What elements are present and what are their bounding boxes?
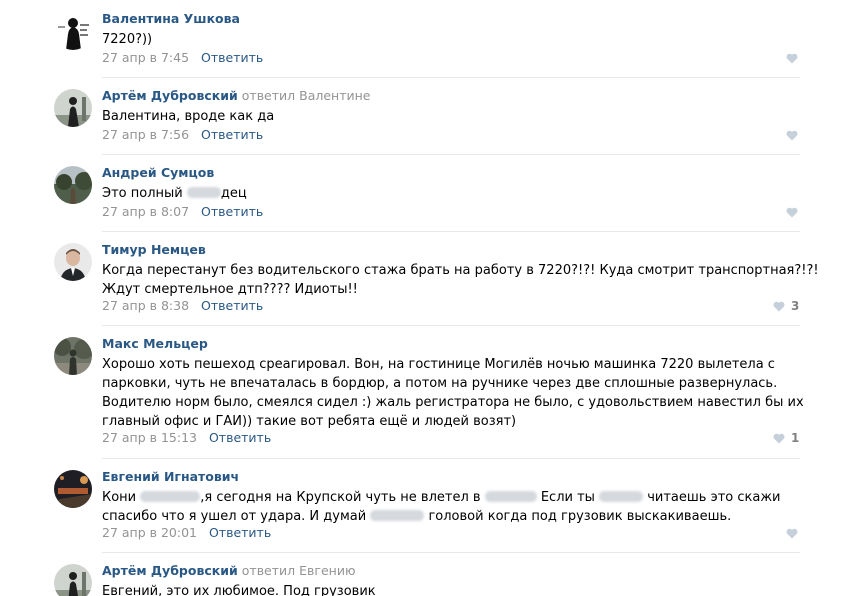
avatar[interactable] — [54, 564, 92, 596]
heart-icon — [773, 433, 785, 443]
like-button[interactable] — [786, 50, 798, 66]
like-button[interactable] — [786, 127, 798, 143]
divider — [102, 552, 800, 553]
comment-text: 7220?)) — [102, 30, 802, 49]
comment-meta: 27 апр в 20:01 Ответить — [102, 525, 271, 541]
comment-date[interactable]: 27 апр в 8:38 — [102, 298, 189, 313]
comment-meta: 27 апр в 8:07 Ответить — [102, 204, 263, 220]
divider — [102, 231, 800, 232]
like-count: 3 — [791, 299, 800, 313]
comment-item: Валентина Ушкова 7220?)) 27 апр в 7:45 О… — [0, 0, 860, 77]
blurred-word — [140, 491, 201, 502]
comment-line: парковки, чуть не впечаталась в бордюр, … — [102, 376, 778, 391]
comment-text: Когда перестанут без водительского стажа… — [102, 261, 819, 299]
avatar[interactable] — [54, 89, 92, 127]
comment-item: Артём Дубровский ответил Евгению Евгений… — [0, 552, 860, 596]
blurred-word — [599, 491, 644, 502]
comment-date[interactable]: 27 апр в 7:56 — [102, 127, 189, 142]
replied-to[interactable]: ответил Валентине — [242, 88, 371, 103]
like-button[interactable]: 3 — [773, 298, 799, 314]
divider — [102, 77, 800, 78]
like-button[interactable]: 1 — [773, 430, 799, 446]
reply-link[interactable]: Ответить — [209, 525, 271, 540]
comment-date[interactable]: 27 апр в 7:45 — [102, 50, 189, 65]
comment-line: главный офис и ГАИ)) такие вот ребята ещ… — [102, 414, 517, 429]
comment-text: Кони ,я сегодня на Крупской чуть не влет… — [102, 488, 802, 526]
comment-text: Хорошо хоть пешеход среагировал. Вон, на… — [102, 355, 804, 431]
comment-date[interactable]: 27 апр в 8:07 — [102, 204, 189, 219]
divider — [102, 325, 800, 326]
comment-item: Макс Мельцер Хорошо хоть пешеход среагир… — [0, 325, 860, 458]
avatar[interactable] — [54, 470, 92, 508]
comment-date[interactable]: 27 апр в 20:01 — [102, 525, 197, 540]
blurred-word — [186, 187, 221, 198]
comment-text: Евгений, это их любимое. Под грузовик — [102, 582, 802, 596]
comment-item: Артём Дубровский ответил Валентине Вален… — [0, 77, 860, 154]
blurred-word — [484, 491, 537, 502]
comment-line: Хорошо хоть пешеход среагировал. Вон, на… — [102, 357, 775, 372]
comment-item: Тимур Немцев Когда перестанут без водите… — [0, 231, 860, 325]
heart-icon — [786, 528, 798, 538]
comment-line: спасибо что я ушел от удара. И думай гол… — [102, 509, 732, 524]
avatar[interactable] — [54, 166, 92, 204]
like-button[interactable] — [786, 525, 798, 541]
comment-item: Андрей Сумцов Это полный дец 27 апр в 8:… — [0, 154, 860, 231]
comment-line: Валентина, вроде как да — [102, 109, 275, 124]
heart-icon — [773, 301, 785, 311]
author-name[interactable]: Артём Дубровский — [102, 563, 238, 578]
reply-link[interactable]: Ответить — [201, 298, 263, 313]
comment-line: Кони ,я сегодня на Крупской чуть не влет… — [102, 490, 781, 505]
comment-text: Валентина, вроде как да — [102, 107, 802, 126]
comment-line: Водителю норм было, смеялся сидел :) жал… — [102, 395, 804, 410]
heart-icon — [786, 53, 798, 63]
divider — [102, 458, 800, 459]
comment-date[interactable]: 27 апр в 15:13 — [102, 430, 197, 445]
divider — [102, 154, 800, 155]
comment-line: 7220?)) — [102, 32, 153, 47]
comment-meta: 27 апр в 7:45 Ответить — [102, 50, 263, 66]
replied-to[interactable]: ответил Евгению — [242, 563, 356, 578]
avatar[interactable] — [54, 337, 92, 375]
heart-icon — [786, 207, 798, 217]
comment-item: Евгений Игнатович Кони ,я сегодня на Кру… — [0, 458, 860, 552]
reply-link[interactable]: Ответить — [209, 430, 271, 445]
heart-icon — [786, 130, 798, 140]
blurred-word — [370, 510, 425, 521]
avatar[interactable] — [54, 243, 92, 281]
avatar[interactable] — [54, 12, 92, 50]
author-name[interactable]: Андрей Сумцов — [102, 165, 214, 180]
reply-link[interactable]: Ответить — [201, 50, 263, 65]
comment-text: Это полный дец — [102, 184, 802, 203]
comment-line: Это полный дец — [102, 186, 247, 201]
reply-link[interactable]: Ответить — [201, 127, 263, 142]
comment-meta: 27 апр в 8:38 Ответить — [102, 298, 263, 314]
comment-line: Ждут смертельное дтп???? Идиоты!! — [102, 282, 358, 297]
author-name[interactable]: Валентина Ушкова — [102, 11, 240, 26]
author-name[interactable]: Евгений Игнатович — [102, 469, 239, 484]
author-name[interactable]: Артём Дубровский — [102, 88, 238, 103]
reply-link[interactable]: Ответить — [201, 204, 263, 219]
comments-list: Валентина Ушкова 7220?)) 27 апр в 7:45 О… — [0, 0, 860, 596]
comment-line: Когда перестанут без водительского стажа… — [102, 263, 819, 278]
like-count: 1 — [791, 431, 800, 445]
comment-line: Евгений, это их любимое. Под грузовик — [102, 584, 376, 596]
author-name[interactable]: Тимур Немцев — [102, 242, 206, 257]
comment-meta: 27 апр в 7:56 Ответить — [102, 127, 263, 143]
author-name[interactable]: Макс Мельцер — [102, 336, 208, 351]
like-button[interactable] — [786, 204, 798, 220]
comment-meta: 27 апр в 15:13 Ответить — [102, 430, 271, 446]
